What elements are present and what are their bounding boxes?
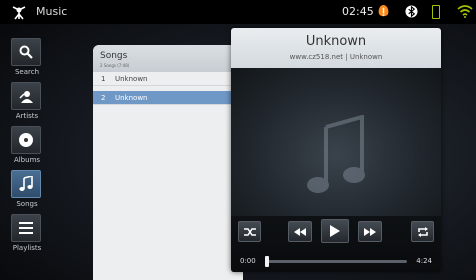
rewind-button[interactable] — [288, 221, 312, 242]
fast-forward-icon — [364, 227, 376, 236]
time-total: 4:24 — [416, 257, 432, 265]
list-icon — [19, 222, 33, 234]
song-row-selected[interactable]: 2 Unknown — [93, 91, 243, 105]
repeat-button[interactable] — [411, 221, 434, 242]
track-subtitle: www.cz518.net | Unknown — [289, 53, 383, 61]
nav-label: Albums — [13, 156, 41, 164]
song-number: 2 — [101, 94, 106, 102]
music-app-icon — [12, 6, 26, 20]
search-icon — [19, 45, 33, 59]
battery-icon — [432, 5, 440, 19]
nav-item-playlists[interactable]: Playlists — [0, 214, 54, 260]
music-note-icon — [19, 176, 33, 191]
nav-label: Search — [14, 68, 40, 76]
now-playing-card: Unknown www.cz518.net | Unknown 0:00 4:2… — [231, 28, 441, 272]
nav-tile — [11, 38, 41, 66]
play-icon — [330, 225, 340, 237]
wifi-icon — [457, 5, 473, 18]
nav-item-songs[interactable]: Songs — [0, 170, 54, 216]
nav-tile — [11, 214, 41, 242]
nav-tile — [11, 126, 41, 154]
nav-tile — [11, 170, 41, 198]
songs-header: Songs 2 Songs (7:48) — [93, 45, 243, 72]
song-row[interactable]: 1 Unknown — [93, 72, 243, 86]
clock: 02:45 — [342, 5, 374, 18]
now-playing-header: Unknown www.cz518.net | Unknown — [231, 28, 441, 68]
nav-item-artists[interactable]: Artists — [0, 82, 54, 128]
rewind-icon — [294, 227, 306, 236]
song-name: Unknown — [115, 75, 148, 83]
seek-thumb[interactable] — [265, 256, 269, 267]
song-name: Unknown — [115, 94, 148, 102]
status-bar: Music 02:45 — [0, 0, 476, 24]
track-title: Unknown — [305, 34, 367, 49]
seek-bar[interactable] — [265, 256, 407, 267]
shuffle-icon — [243, 227, 256, 236]
artist-icon — [19, 91, 33, 103]
song-number: 1 — [101, 75, 106, 83]
play-button[interactable] — [321, 219, 349, 243]
fast-forward-button[interactable] — [358, 221, 382, 242]
repeat-icon — [417, 226, 428, 237]
app-title: Music — [36, 5, 68, 18]
nav-label: Artists — [15, 112, 39, 120]
songs-panel: Songs 2 Songs (7:48) 1 Unknown 2 Unknown — [93, 45, 243, 280]
disc-icon — [19, 133, 33, 147]
time-elapsed: 0:00 — [240, 257, 256, 265]
nav-tile — [11, 82, 41, 110]
nav-item-albums[interactable]: Albums — [0, 126, 54, 172]
bluetooth-icon — [405, 5, 418, 18]
shuffle-button[interactable] — [238, 221, 261, 242]
songs-title: Songs — [100, 51, 128, 61]
songs-count: 2 Songs (7:48) — [100, 63, 130, 68]
nav-item-search[interactable]: Search — [0, 38, 54, 84]
playback-controls: 0:00 4:24 — [231, 216, 441, 272]
music-note-icon — [307, 115, 365, 193]
nav-label: Playlists — [12, 244, 42, 252]
nav-label: Songs — [16, 200, 38, 208]
warning-icon[interactable] — [376, 4, 391, 19]
